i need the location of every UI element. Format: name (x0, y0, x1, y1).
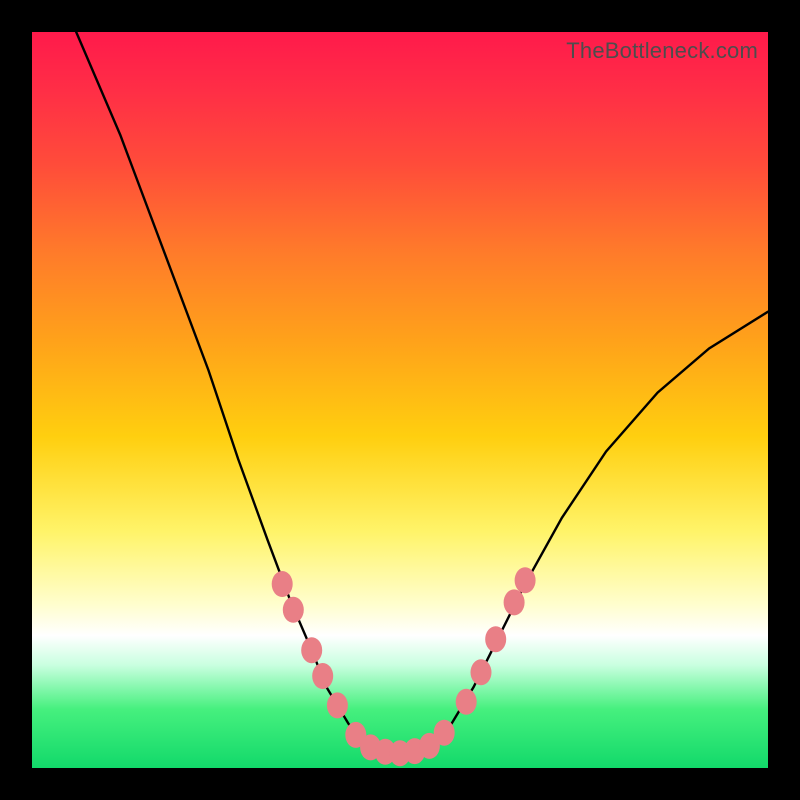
marker-dot (434, 720, 455, 746)
marker-dot (301, 637, 322, 663)
marker-dot (504, 589, 525, 615)
marker-dot (515, 567, 536, 593)
marker-dot (485, 626, 506, 652)
marker-dot (272, 571, 293, 597)
marker-dot (456, 689, 477, 715)
chart-svg (32, 32, 768, 768)
marker-dot (327, 692, 348, 718)
marker-group (272, 567, 536, 766)
plot-area: TheBottleneck.com (32, 32, 768, 768)
marker-dot (283, 597, 304, 623)
marker-dot (312, 663, 333, 689)
curve-line (76, 32, 768, 753)
chart-frame: TheBottleneck.com (0, 0, 800, 800)
marker-dot (471, 659, 492, 685)
